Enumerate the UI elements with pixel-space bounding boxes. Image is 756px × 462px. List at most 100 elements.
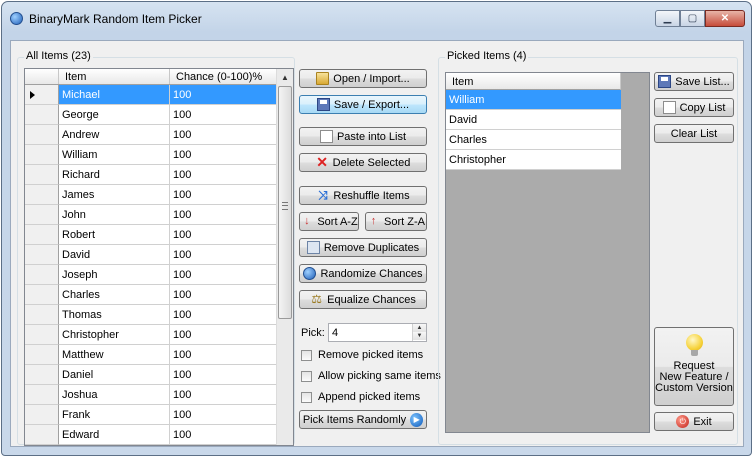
item-cell[interactable]: John — [59, 205, 170, 225]
row-header[interactable] — [25, 145, 59, 165]
column-header-item[interactable]: Item — [59, 69, 170, 84]
item-cell[interactable]: Thomas — [59, 305, 170, 325]
exit-button[interactable]: ⏻ Exit — [654, 412, 734, 431]
picked-list-item[interactable]: Christopher — [446, 150, 621, 170]
table-row[interactable]: George 100 — [25, 105, 277, 125]
chance-cell[interactable]: 100 — [170, 245, 277, 265]
table-row[interactable]: Michael 100 — [25, 85, 277, 105]
item-cell[interactable]: Charles — [59, 285, 170, 305]
table-row[interactable]: Andrew 100 — [25, 125, 277, 145]
pick-count-value[interactable]: 4 — [332, 327, 338, 339]
chance-cell[interactable]: 100 — [170, 285, 277, 305]
scroll-up-arrow-icon[interactable]: ▲ — [277, 69, 293, 85]
item-cell[interactable]: Joshua — [59, 385, 170, 405]
table-row[interactable]: Matthew 100 — [25, 345, 277, 365]
randomize-chances-button[interactable]: Randomize Chances — [299, 264, 427, 283]
picked-items-grid[interactable]: Item William David Charles Christopher — [445, 72, 650, 433]
table-row[interactable]: Edward 100 — [25, 425, 277, 445]
stepper-down-icon[interactable]: ▼ — [413, 332, 426, 340]
row-header[interactable] — [25, 225, 59, 245]
chance-cell[interactable]: 100 — [170, 265, 277, 285]
row-header[interactable] — [25, 205, 59, 225]
picked-list-item[interactable]: Charles — [446, 130, 621, 150]
sort-za-button[interactable]: ↑ Sort Z-A — [365, 212, 427, 231]
item-cell[interactable]: Frank — [59, 405, 170, 425]
row-header[interactable] — [25, 85, 59, 105]
picked-list-item[interactable]: David — [446, 110, 621, 130]
table-row[interactable]: Christopher 100 — [25, 325, 277, 345]
table-row[interactable]: James 100 — [25, 185, 277, 205]
row-header[interactable] — [25, 265, 59, 285]
copy-list-button[interactable]: Copy List — [654, 98, 734, 117]
item-cell[interactable]: Matthew — [59, 345, 170, 365]
paste-into-list-button[interactable]: Paste into List — [299, 127, 427, 146]
remove-picked-checkbox[interactable]: Remove picked items — [301, 349, 423, 361]
delete-selected-button[interactable]: ✕ Delete Selected — [299, 153, 427, 172]
item-cell[interactable]: Michael — [59, 85, 170, 105]
chance-cell[interactable]: 100 — [170, 225, 277, 245]
save-export-button[interactable]: Save / Export... — [299, 95, 427, 114]
pick-items-randomly-button[interactable]: Pick Items Randomly ▶ — [299, 410, 427, 429]
row-header[interactable] — [25, 185, 59, 205]
table-row[interactable]: Joseph 100 — [25, 265, 277, 285]
table-row[interactable]: William 100 — [25, 145, 277, 165]
row-header[interactable] — [25, 385, 59, 405]
item-cell[interactable]: Richard — [59, 165, 170, 185]
table-row[interactable]: David 100 — [25, 245, 277, 265]
close-button[interactable]: ✕ — [705, 10, 745, 27]
row-header[interactable] — [25, 165, 59, 185]
item-cell[interactable]: Edward — [59, 425, 170, 445]
table-row[interactable]: Daniel 100 — [25, 365, 277, 385]
row-header[interactable] — [25, 285, 59, 305]
table-row[interactable]: Frank 100 — [25, 405, 277, 425]
chance-cell[interactable]: 100 — [170, 185, 277, 205]
checkbox-box[interactable] — [301, 370, 312, 382]
picked-column-header-item[interactable]: Item — [446, 73, 621, 90]
stepper-up-icon[interactable]: ▲ — [413, 324, 426, 332]
row-header[interactable] — [25, 425, 59, 445]
item-cell[interactable]: James — [59, 185, 170, 205]
remove-duplicates-button[interactable]: Remove Duplicates — [299, 238, 427, 257]
all-items-grid[interactable]: Item Chance (0-100)% Michael 100 George 100… — [24, 68, 294, 446]
item-cell[interactable]: William — [59, 145, 170, 165]
chance-cell[interactable]: 100 — [170, 145, 277, 165]
reshuffle-items-button[interactable]: ⤨ Reshuffle Items — [299, 186, 427, 205]
picked-list-item[interactable]: William — [446, 90, 621, 110]
table-row[interactable]: Joshua 100 — [25, 385, 277, 405]
row-header[interactable] — [25, 405, 59, 425]
chance-cell[interactable]: 100 — [170, 385, 277, 405]
title-bar[interactable]: BinaryMark Random Item Picker ▁ ▢ ✕ — [2, 2, 751, 32]
row-header[interactable] — [25, 325, 59, 345]
clear-list-button[interactable]: Clear List — [654, 124, 734, 143]
chance-cell[interactable]: 100 — [170, 125, 277, 145]
item-cell[interactable]: Andrew — [59, 125, 170, 145]
chance-cell[interactable]: 100 — [170, 365, 277, 385]
chance-cell[interactable]: 100 — [170, 425, 277, 445]
row-header[interactable] — [25, 305, 59, 325]
request-feature-button[interactable]: Request New Feature / Custom Version — [654, 327, 734, 406]
all-items-scrollbar[interactable]: ▲ — [276, 69, 293, 445]
chance-cell[interactable]: 100 — [170, 345, 277, 365]
item-cell[interactable]: David — [59, 245, 170, 265]
equalize-chances-button[interactable]: ⚖ Equalize Chances — [299, 290, 427, 309]
chance-cell[interactable]: 100 — [170, 205, 277, 225]
table-row[interactable]: Richard 100 — [25, 165, 277, 185]
table-row[interactable]: Thomas 100 — [25, 305, 277, 325]
open-import-button[interactable]: Open / Import... — [299, 69, 427, 88]
minimize-button[interactable]: ▁ — [655, 10, 680, 27]
maximize-button[interactable]: ▢ — [680, 10, 705, 27]
item-cell[interactable]: Robert — [59, 225, 170, 245]
table-row[interactable]: John 100 — [25, 205, 277, 225]
item-cell[interactable]: Daniel — [59, 365, 170, 385]
sort-az-button[interactable]: ↓ Sort A-Z — [299, 212, 359, 231]
chance-cell[interactable]: 100 — [170, 305, 277, 325]
allow-same-checkbox[interactable]: Allow picking same items — [301, 370, 441, 382]
chance-cell[interactable]: 100 — [170, 85, 277, 105]
chance-cell[interactable]: 100 — [170, 105, 277, 125]
item-cell[interactable]: Joseph — [59, 265, 170, 285]
save-list-button[interactable]: Save List... — [654, 72, 734, 91]
checkbox-box[interactable] — [301, 391, 312, 403]
column-header-chance[interactable]: Chance (0-100)% — [170, 69, 277, 84]
table-row[interactable]: Robert 100 — [25, 225, 277, 245]
row-header[interactable] — [25, 365, 59, 385]
